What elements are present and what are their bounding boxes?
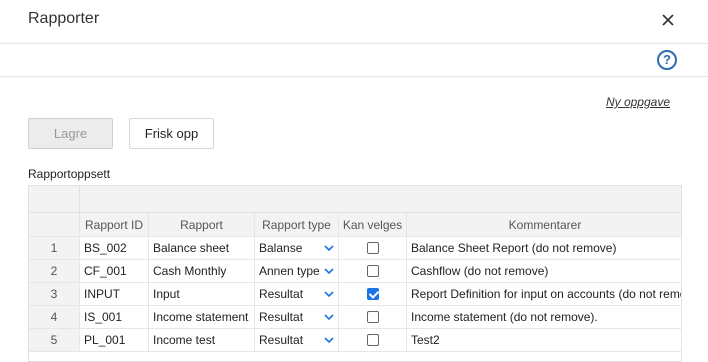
column-header-comments[interactable]: Kommentarer <box>407 213 681 236</box>
report-type-value: Resultat <box>259 333 304 347</box>
selectable-checkbox[interactable] <box>366 264 379 277</box>
row-number: 4 <box>29 306 80 328</box>
dialog-title: Rapporter <box>28 10 100 27</box>
table-row[interactable]: 1 BS_002 Balance sheet Balanse Balance Sheet… <box>29 237 681 260</box>
cell-report-name[interactable]: Income statement <box>149 306 255 328</box>
grid-group-header <box>29 186 681 213</box>
column-header-report-type[interactable]: Rapport type <box>255 213 339 236</box>
selectable-checkbox[interactable] <box>366 241 379 254</box>
cell-report-id[interactable]: BS_002 <box>80 237 149 259</box>
column-header-report[interactable]: Rapport <box>149 213 255 236</box>
cell-comment[interactable]: Report Definition for input on accounts … <box>407 283 681 305</box>
close-button[interactable] <box>658 10 678 30</box>
cell-comment[interactable]: Test2 <box>407 329 681 351</box>
dialog-header: Rapporter <box>0 0 708 44</box>
report-type-value: Resultat <box>259 287 304 301</box>
chevron-down-icon[interactable] <box>324 335 334 345</box>
cell-report-type[interactable]: Resultat <box>255 329 339 351</box>
cell-report-name[interactable]: Income test <box>149 329 255 351</box>
cell-selectable[interactable] <box>339 237 407 259</box>
help-icon: ? <box>663 52 671 67</box>
save-button[interactable]: Lagre <box>28 118 113 149</box>
row-number: 5 <box>29 329 80 351</box>
cell-report-id[interactable]: IS_001 <box>80 306 149 328</box>
report-grid: Rapport ID Rapport Rapport type Kan velg… <box>28 185 682 362</box>
row-number: 1 <box>29 237 80 259</box>
help-button[interactable]: ? <box>657 50 677 70</box>
chevron-down-icon[interactable] <box>324 266 334 276</box>
table-row[interactable]: 4 IS_001 Income statement Resultat Income st… <box>29 306 681 329</box>
cell-report-name[interactable]: Cash Monthly <box>149 260 255 282</box>
column-header-report-id[interactable]: Rapport ID <box>80 213 149 236</box>
cell-report-type[interactable]: Resultat <box>255 283 339 305</box>
cell-selectable[interactable] <box>339 329 407 351</box>
cell-selectable[interactable] <box>339 283 407 305</box>
cell-report-name[interactable]: Input <box>149 283 255 305</box>
cell-report-id[interactable]: CF_001 <box>80 260 149 282</box>
selectable-checkbox[interactable] <box>366 333 379 346</box>
close-icon <box>662 14 674 26</box>
cell-selectable[interactable] <box>339 260 407 282</box>
new-task-link[interactable]: Ny oppgave <box>606 95 670 109</box>
row-number: 2 <box>29 260 80 282</box>
row-number-header <box>29 213 80 236</box>
grid-corner <box>29 186 80 213</box>
chevron-down-icon[interactable] <box>324 243 334 253</box>
grid-header-row: Rapport ID Rapport Rapport type Kan velg… <box>29 213 681 237</box>
help-bar: ? <box>0 44 708 77</box>
table-row[interactable]: 3 INPUT Input Resultat Report Definition for… <box>29 283 681 306</box>
table-row[interactable]: 5 PL_001 Income test Resultat Test2 <box>29 329 681 352</box>
refresh-button[interactable]: Frisk opp <box>129 118 214 149</box>
cell-report-type[interactable]: Resultat <box>255 306 339 328</box>
chevron-down-icon[interactable] <box>324 289 334 299</box>
cell-comment[interactable]: Balance Sheet Report (do not remove) <box>407 237 681 259</box>
cell-report-type[interactable]: Balanse <box>255 237 339 259</box>
cell-report-id[interactable]: PL_001 <box>80 329 149 351</box>
selectable-checkbox[interactable] <box>366 287 379 300</box>
chevron-down-icon[interactable] <box>324 312 334 322</box>
cell-report-id[interactable]: INPUT <box>80 283 149 305</box>
section-label: Rapportoppsett <box>28 167 111 181</box>
cell-comment[interactable]: Cashflow (do not remove) <box>407 260 681 282</box>
report-type-value: Balanse <box>259 241 303 255</box>
table-row[interactable]: 2 CF_001 Cash Monthly Annen type Cashflow (d… <box>29 260 681 283</box>
row-number: 3 <box>29 283 80 305</box>
column-header-selectable[interactable]: Kan velges <box>339 213 407 236</box>
report-type-value: Resultat <box>259 310 304 324</box>
report-type-value: Annen type <box>259 264 320 278</box>
cell-report-name[interactable]: Balance sheet <box>149 237 255 259</box>
cell-comment[interactable]: Income statement (do not remove). <box>407 306 681 328</box>
cell-report-type[interactable]: Annen type <box>255 260 339 282</box>
selectable-checkbox[interactable] <box>366 310 379 323</box>
cell-selectable[interactable] <box>339 306 407 328</box>
